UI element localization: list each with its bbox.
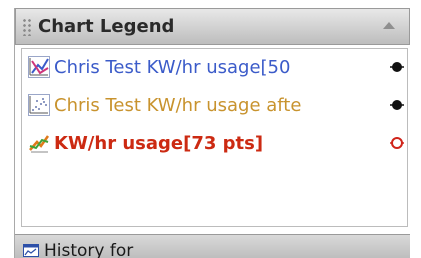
legend-item-label: Chris Test KW/hr usage[50 [54, 56, 291, 78]
history-panel-title: History for [44, 240, 134, 258]
red-ring-icon [390, 137, 404, 149]
legend-item-label: Chris Test KW/hr usage afte [54, 94, 302, 116]
scatter-chart-icon [28, 94, 50, 116]
black-dot-icon [390, 100, 404, 110]
panel-title: Chart Legend [38, 16, 175, 37]
line-chart-icon [29, 135, 50, 153]
legend-item[interactable]: Chris Test KW/hr usage afte [22, 87, 407, 123]
legend-item[interactable]: KW/hr usage[73 pts] [22, 125, 407, 161]
legend-item[interactable]: Chris Test KW/hr usage[50 [22, 49, 407, 85]
history-panel-header[interactable]: History for [15, 234, 410, 258]
chart-legend-panel: Chart Legend Chris Test KW/hr usage[50 C… [14, 8, 421, 258]
line-chart-icon [28, 56, 50, 78]
drag-grip-icon[interactable] [22, 17, 32, 36]
chart-window-icon [23, 244, 39, 257]
legend-item-label: KW/hr usage[73 pts] [54, 132, 264, 154]
black-dot-icon [390, 62, 404, 72]
panel-header[interactable]: Chart Legend [15, 8, 410, 45]
legend-list: Chris Test KW/hr usage[50 Chris Test KW/… [21, 48, 408, 227]
collapse-button[interactable] [383, 22, 395, 29]
